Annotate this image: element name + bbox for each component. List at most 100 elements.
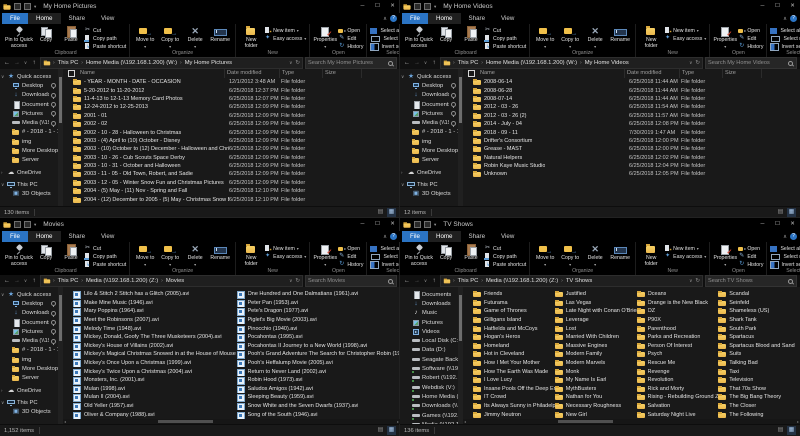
ribbon-button-copy[interactable]: Copy [34, 243, 58, 268]
file-row[interactable]: 2018 - 09 - 117/30/2019 1:47 AMFile fold… [463, 128, 800, 136]
ribbon-button-select-none[interactable]: Select none [370, 35, 400, 42]
ribbon-button-new-folder[interactable]: New folder [239, 243, 263, 268]
ribbon-button-copy-to[interactable]: Copy to▾ [558, 25, 582, 50]
column-header-date-modified[interactable]: Date modified [225, 69, 280, 78]
file-row[interactable]: 2003 - 11 - 05 - Old Town, Robert, and S… [63, 170, 400, 178]
navigation-scrollbar[interactable] [58, 69, 63, 206]
forward-button[interactable]: → [13, 278, 21, 284]
ribbon-button-copy-to[interactable]: Copy to▾ [158, 243, 182, 268]
sidebar-item-3d-objects[interactable]: 3D Objects [0, 190, 58, 199]
file-item[interactable]: One Hundred and One Dalmatians (1961).av… [237, 290, 401, 299]
recent-locations-icon[interactable]: ∨ [423, 60, 428, 66]
close-button[interactable]: ✕ [385, 218, 400, 231]
file-item[interactable]: Mulan (1998).avi [73, 385, 237, 394]
file-item[interactable]: Hot in Cleveland [473, 350, 555, 359]
sidebar-item-2018-1-11[interactable]: # - 2018 - 1 - 11 [400, 128, 458, 137]
address-dropdown-icon[interactable]: ∨ [689, 60, 692, 66]
tab-view[interactable]: View [493, 13, 522, 24]
sidebar-item-software-192[interactable]: Software (\\192. [400, 364, 458, 373]
file-item[interactable]: Mickey's House of Villains (2002).avi [73, 342, 237, 351]
sidebar-item-quick-access[interactable]: ∨Quick access [0, 72, 58, 81]
recent-locations-icon[interactable]: ∨ [423, 278, 428, 284]
tab-home[interactable]: Home [428, 231, 461, 242]
details-view-icon[interactable]: ▤ [776, 208, 785, 217]
ribbon-button-copy[interactable]: Copy [434, 243, 458, 268]
sidebar-item-documents[interactable]: Documents [400, 290, 458, 299]
sidebar-item-desktop[interactable]: Desktop [400, 81, 458, 90]
file-item[interactable]: New Girl [555, 410, 637, 419]
file-row[interactable]: 2003 - (10) October to (12) December - H… [63, 145, 400, 153]
ribbon-button-paste[interactable]: Paste [59, 25, 83, 50]
file-item[interactable]: Mary Poppins (1964).avi [73, 307, 237, 316]
file-item[interactable]: Old Yeller (1957).avi [73, 402, 237, 411]
file-item[interactable]: Nathan for You [555, 393, 637, 402]
file-item[interactable]: Rising - Rebuilding Ground Zero [637, 393, 719, 402]
maximize-button[interactable]: ☐ [370, 0, 385, 13]
qat-properties-icon[interactable] [414, 221, 421, 228]
file-item[interactable]: Rick and Morty [637, 385, 719, 394]
chevron-down-icon[interactable]: ∨ [401, 74, 405, 80]
qat-new-folder-icon[interactable] [24, 3, 31, 10]
details-view-icon[interactable]: ▤ [376, 208, 385, 217]
file-item[interactable]: Las Vegas [555, 299, 637, 308]
column-header-date-modified[interactable]: Date modified [625, 69, 680, 78]
select-all-checkbox[interactable] [68, 70, 75, 77]
ribbon-button-copy-to[interactable]: Copy to▾ [158, 25, 182, 50]
file-row[interactable]: 2012 - 03 - 26 (2)6/25/2018 11:57 AMFile… [463, 112, 800, 120]
ribbon-button-pin-to-quick-access[interactable]: Pin to Quick access [405, 243, 433, 268]
qat-dropdown-icon[interactable]: ▾ [434, 222, 436, 228]
ribbon-button-properties[interactable]: Properties▾ [713, 25, 737, 50]
ribbon-button-history[interactable]: History [738, 261, 763, 268]
file-item[interactable]: Mickey's Once Upon a Christmas (1999).av… [73, 359, 237, 368]
scrollbar-thumb[interactable] [59, 295, 62, 341]
file-item[interactable]: Television [718, 376, 800, 385]
file-item[interactable]: Modern Marvels [555, 359, 637, 368]
scrollbar-thumb[interactable] [558, 420, 613, 423]
ribbon-button-paste[interactable]: Paste [459, 25, 483, 50]
file-item[interactable]: Pete's Dragon (1977).avi [237, 307, 401, 316]
breadcrumb-item[interactable]: Media (\\192.168.1.200) (Z:) [86, 278, 158, 284]
file-item[interactable]: Parks and Recreation [637, 333, 719, 342]
chevron-down-icon[interactable]: ∨ [401, 182, 405, 188]
file-item[interactable]: My Name Is Earl [555, 376, 637, 385]
sidebar-item-pictures[interactable]: Pictures [0, 327, 58, 336]
ribbon-button-history[interactable]: History [738, 43, 763, 50]
tab-share[interactable]: Share [461, 231, 494, 242]
qat-new-folder-icon[interactable] [24, 221, 31, 228]
scrollbar-thumb[interactable] [459, 77, 462, 123]
sidebar-item-this-pc[interactable]: ∨This PC [0, 398, 58, 407]
help-icon[interactable]: ? [390, 233, 397, 240]
close-button[interactable]: ✕ [785, 218, 800, 231]
breadcrumb-item[interactable]: This PC [458, 278, 479, 284]
ribbon-button-select-none[interactable]: Select none [370, 253, 400, 260]
ribbon-button-easy-access[interactable]: Easy access▾ [664, 35, 706, 42]
help-icon[interactable]: ? [390, 15, 397, 22]
file-item[interactable]: Piglet's Big Movie (2003).avi [237, 316, 401, 325]
tab-home[interactable]: Home [428, 13, 461, 24]
sidebar-item-games-192-16[interactable]: Games (\\192.16 [400, 411, 458, 420]
column-header-name[interactable]: Name [478, 69, 625, 78]
file-row[interactable]: 2003 - 10 - 31 - October and Halloween6/… [63, 162, 400, 170]
sidebar-item-pictures[interactable]: Pictures [400, 109, 458, 118]
file-item[interactable]: Mickey's Magical Christmas Snowed in at … [73, 350, 237, 359]
ribbon-button-copy-to[interactable]: Copy to▾ [558, 243, 582, 268]
file-item[interactable]: Monsters, Inc. (2001).avi [73, 376, 237, 385]
minimize-button[interactable]: ─ [755, 0, 770, 13]
horizontal-scrollbar[interactable] [463, 419, 800, 424]
file-row[interactable]: Grease - MAST6/25/2018 12:00 PMFile fold… [463, 145, 800, 153]
file-row[interactable]: 2012 - 03 - 266/25/2018 11:54 AMFile fol… [463, 103, 800, 111]
sidebar-item-downloads[interactable]: Downloads [0, 309, 58, 318]
file-row[interactable]: 2004 - (5) May - (11) Nov - Spring and F… [63, 187, 400, 195]
ribbon-button-invert-selection[interactable]: Invert selection [770, 261, 800, 268]
ribbon-button-select-all[interactable]: Select all [370, 245, 400, 252]
maximize-button[interactable]: ☐ [370, 218, 385, 231]
ribbon-collapse-icon[interactable]: ∧ [783, 16, 787, 22]
file-item[interactable]: How The Earth Was Made [473, 367, 555, 376]
sidebar-item-documents[interactable]: Documents [0, 100, 58, 109]
file-item[interactable]: Meet the Robinsons (2007).avi [73, 316, 237, 325]
ribbon-button-properties[interactable]: Properties▾ [313, 25, 337, 50]
file-item[interactable]: Person Of Interest [637, 342, 719, 351]
file-item[interactable]: Suits [718, 350, 800, 359]
sidebar-item-more-desktop[interactable]: More Desktop [0, 364, 58, 373]
file-item[interactable]: P90X [637, 316, 719, 325]
